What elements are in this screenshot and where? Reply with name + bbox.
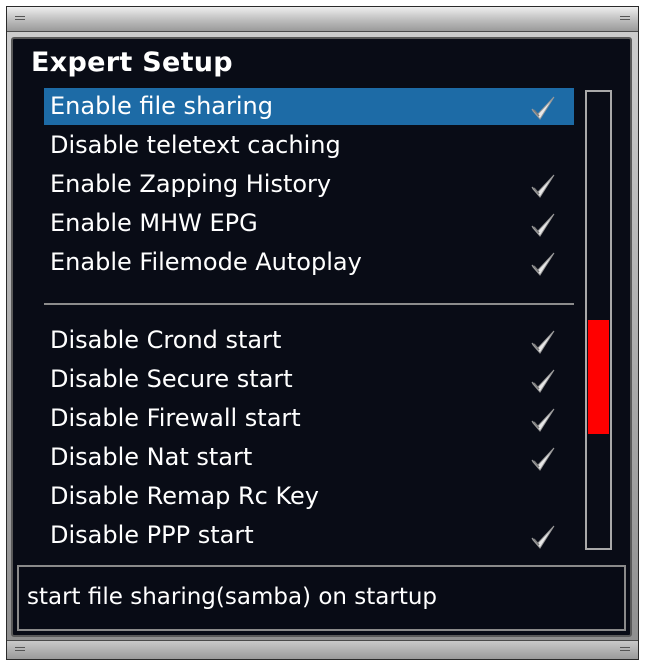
menu-item[interactable]: Disable Firewall start [44,400,574,437]
menu-item[interactable]: Disable Nat start [44,439,574,476]
checkmark-icon [528,521,558,551]
checkmark-icon [528,365,558,395]
window-grip-icon [620,16,630,22]
menu-item-label: Disable teletext caching [50,131,341,159]
menu-item-label: Disable PPP start [50,521,254,549]
checkmark-icon [528,248,558,278]
menu-item[interactable]: Enable MHW EPG [44,205,574,242]
menu-item-label: Enable file sharing [50,92,273,120]
menu-item-label: Disable Nat start [50,443,253,471]
menu-item-label: Enable Zapping History [50,170,332,198]
menu-item-label: Disable Crond start [50,326,282,354]
checkmark-icon [528,209,558,239]
menu-item[interactable]: Disable Remap Rc Key [44,478,574,515]
window-grip-icon [620,647,630,653]
menu-item-label: Disable Firewall start [50,404,301,432]
description-box: start file sharing(samba) on startup [17,565,626,631]
menu-item[interactable]: Disable Secure start [44,361,574,398]
checkmark-icon [528,443,558,473]
window-titlebar[interactable] [7,7,638,32]
menu-item[interactable]: Enable file sharing [44,88,574,125]
menu-item[interactable]: Enable Filemode Autoplay [44,244,574,281]
menu-item[interactable]: Enable Zapping History [44,166,574,203]
menu-item-label: Enable MHW EPG [50,209,258,237]
menu-item-label: Disable Remap Rc Key [50,482,319,510]
window-grip-icon [15,16,25,22]
window-bottombar [7,640,638,659]
window-frame: Expert Setup Enable file sharing Disable … [6,6,639,660]
checkmark-icon [528,170,558,200]
window-grip-icon [15,647,25,653]
checkmark-icon [528,92,558,122]
menu-item-label: Enable Filemode Autoplay [50,248,362,276]
menu-item[interactable]: Disable PPP start [44,517,574,554]
menu-item[interactable]: Disable Crond start [44,322,574,359]
description-text: start file sharing(samba) on startup [27,584,438,610]
expert-setup-panel: Expert Setup Enable file sharing Disable … [11,37,632,637]
menu-item-label: Disable Secure start [50,365,293,393]
checkmark-icon [528,326,558,356]
menu-separator [44,303,574,305]
panel-title: Expert Setup [31,47,233,78]
checkmark-icon [528,404,558,434]
scrollbar[interactable] [585,90,612,550]
menu-item[interactable]: Disable teletext caching [44,127,574,164]
scrollbar-thumb[interactable] [588,320,609,434]
